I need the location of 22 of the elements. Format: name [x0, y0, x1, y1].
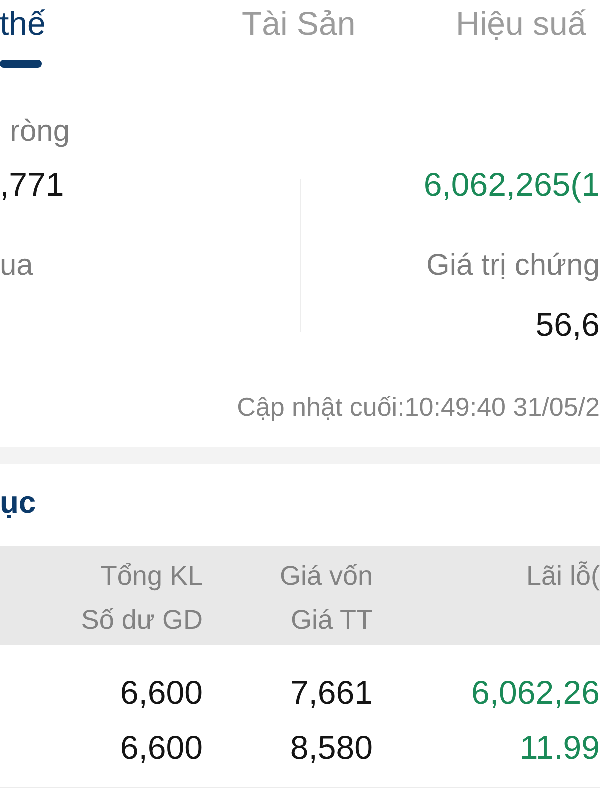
table-cell-text: 6,062,26 — [472, 673, 600, 713]
tab[interactable]: Tài Sản — [242, 0, 356, 70]
column-header: Giá TT — [290, 604, 373, 637]
last-updated-text: Cập nhật cuối:10:49:40 31/05/2 — [237, 392, 600, 422]
section-title: ục — [0, 485, 36, 520]
table-cell-text: 7,661 — [290, 673, 373, 713]
column-header: Tổng KL — [100, 560, 203, 593]
gain-value: 6,062,265(1 — [424, 166, 600, 203]
table-cell-text: 11.99 — [520, 728, 600, 768]
column-header: Số dư GD — [81, 604, 203, 637]
table-cell-text: 6,600 — [120, 673, 203, 713]
column-header: Lãi lỗ( — [526, 560, 600, 593]
table-cell-text: 8,580 — [290, 728, 373, 768]
tab[interactable]: Hiệu suấ — [456, 0, 586, 70]
tab[interactable]: thế — [0, 0, 46, 70]
column-header: Giá vốn — [280, 560, 373, 593]
summary-value: ,771 — [0, 166, 64, 203]
table-cell-text: 6,600 — [120, 728, 203, 768]
summary-value: 56,6 — [536, 306, 600, 343]
summary-label: ròng — [9, 115, 70, 148]
summary-label: ua — [0, 249, 34, 282]
summary-label: Giá trị chứng — [426, 249, 600, 282]
